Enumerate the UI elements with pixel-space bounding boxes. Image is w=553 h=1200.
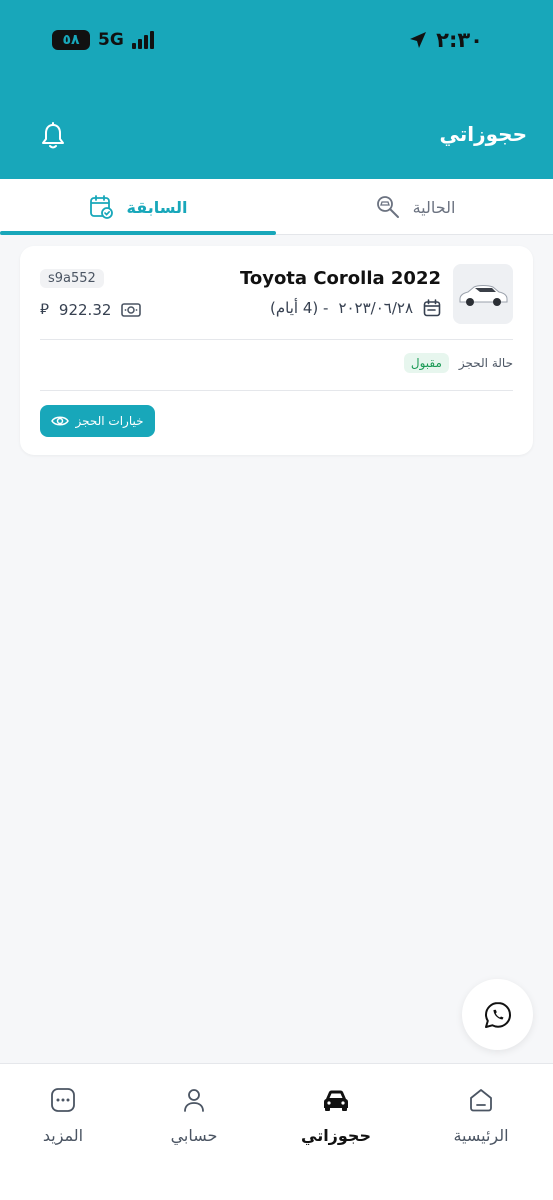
status-label: حالة الحجز xyxy=(458,356,513,370)
price-value: 922.32 xyxy=(58,300,112,319)
riyal-symbol-icon: ⃁ xyxy=(40,300,49,318)
tab-previous[interactable]: السابقة xyxy=(0,179,276,235)
bottom-navigation: الرئيسية حجوزاتي حسابي المزيد xyxy=(0,1063,553,1200)
active-tab-indicator xyxy=(0,231,276,235)
car-name: Toyota Corolla 2022 xyxy=(239,268,441,289)
nav-item-home[interactable]: الرئيسية xyxy=(426,1086,536,1145)
whatsapp-icon xyxy=(484,1001,511,1028)
booking-tabs: الحالية السابقة xyxy=(0,179,553,235)
car-icon xyxy=(324,1090,348,1111)
page-title: حجوزاتي xyxy=(439,122,527,146)
booking-price: 922.32 ⃁ xyxy=(40,300,142,319)
cash-icon xyxy=(121,302,142,317)
bell-icon[interactable] xyxy=(40,122,66,150)
tab-previous-label: السابقة xyxy=(126,197,188,217)
booking-date: ٢٠٢٣/٠٦/٢٨ xyxy=(338,299,413,317)
signal-icon xyxy=(131,31,154,49)
status-indicators: ٥٨ 5G xyxy=(52,28,154,52)
nav-bookings-label: حجوزاتي xyxy=(301,1126,371,1145)
calendar-check-icon xyxy=(90,195,114,219)
eye-icon xyxy=(51,416,70,426)
home-icon xyxy=(470,1089,492,1112)
card-divider-bottom xyxy=(40,390,513,391)
nav-item-bookings[interactable]: حجوزاتي xyxy=(281,1086,391,1145)
booking-options-button[interactable]: خيارات الحجز xyxy=(40,405,155,437)
whatsapp-button[interactable] xyxy=(462,979,533,1050)
nav-home-label: الرئيسية xyxy=(453,1126,509,1145)
car-image xyxy=(453,264,513,324)
booking-code: s9a552 xyxy=(40,269,104,288)
status-badge: مقبول xyxy=(403,353,449,373)
nav-more-label: المزيد xyxy=(42,1126,84,1145)
app-header: ٥٨ 5G ٢:٣٠ حجوزاتي xyxy=(0,0,553,179)
user-icon xyxy=(184,1089,204,1112)
booking-options-label: خيارات الحجز xyxy=(75,414,144,428)
search-car-icon xyxy=(376,196,399,218)
tab-current[interactable]: الحالية xyxy=(277,179,553,235)
car-photo-icon xyxy=(459,285,508,306)
location-arrow-icon xyxy=(410,32,427,48)
booking-card[interactable]: Toyota Corolla 2022 ٢٠٢٣/٠٦/٢٨ - (4 أيام… xyxy=(20,246,533,455)
network-label: 5G xyxy=(98,30,124,50)
more-icon xyxy=(51,1088,75,1112)
battery-indicator: ٥٨ xyxy=(52,30,90,50)
nav-item-more[interactable]: المزيد xyxy=(8,1086,118,1145)
clock-text: ٢:٣٠ xyxy=(436,28,483,52)
card-divider-top xyxy=(40,339,513,340)
nav-account-label: حسابي xyxy=(170,1126,218,1145)
tab-current-label: الحالية xyxy=(412,197,456,217)
status-time: ٢:٣٠ xyxy=(408,28,483,52)
nav-item-account[interactable]: حسابي xyxy=(139,1086,249,1145)
booking-status-row: حالة الحجز مقبول xyxy=(403,353,513,373)
booking-dates: ٢٠٢٣/٠٦/٢٨ - (4 أيام) xyxy=(270,299,441,317)
calendar-icon xyxy=(423,299,441,317)
booking-duration: - (4 أيام) xyxy=(270,299,329,317)
